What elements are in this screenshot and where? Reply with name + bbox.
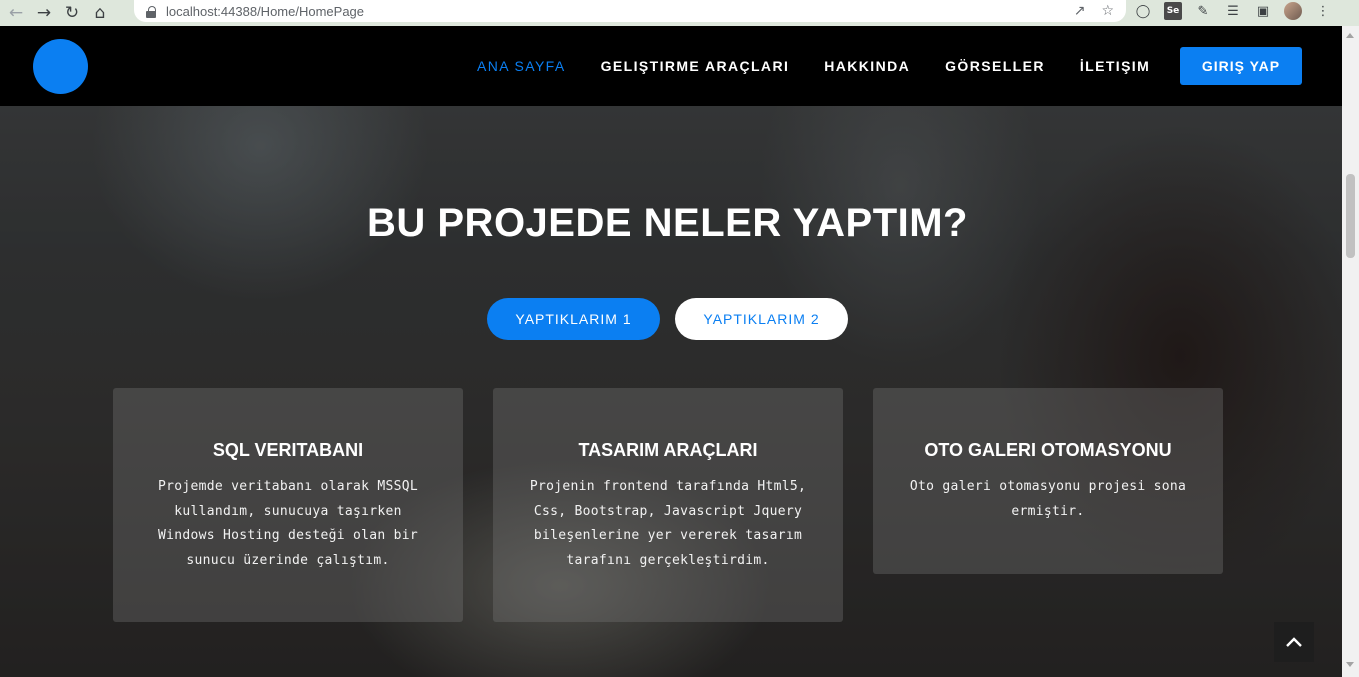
hero-title: BU PROJEDE NELER YAPTIM?: [366, 201, 968, 245]
card-text: Projemde veritabanı olarak MSSQL kulland…: [157, 479, 419, 568]
page-viewport: ANA SAYFA GELIŞTIRME ARAÇLARI HAKKINDA G…: [0, 26, 1342, 677]
profile-avatar[interactable]: [1284, 2, 1302, 20]
site-navbar: ANA SAYFA GELIŞTIRME ARAÇLARI HAKKINDA G…: [0, 26, 1342, 106]
feature-card-gallery: OTO GALERI OTOMASYONU Oto galeri otomasy…: [873, 388, 1223, 574]
feature-card-design: TASARIM ARAÇLARI Projenin frontend taraf…: [493, 388, 843, 622]
feature-card-sql: SQL VERITABANI Projemde veritabanı olara…: [113, 388, 463, 622]
media-list-icon[interactable]: ☰: [1224, 2, 1242, 20]
nav-gallery[interactable]: GÖRSELLER: [945, 58, 1045, 74]
main-menu: ANA SAYFA GELIŞTIRME ARAÇLARI HAKKINDA G…: [477, 26, 1185, 106]
nav-dev-tools[interactable]: GELIŞTIRME ARAÇLARI: [601, 58, 790, 74]
forward-arrow-icon[interactable]: →: [30, 2, 58, 24]
kebab-menu-icon[interactable]: ⋮: [1314, 2, 1332, 20]
share-icon[interactable]: ↗: [1074, 3, 1086, 19]
address-bar[interactable]: localhost:44388/Home/HomePage ↗ ☆: [134, 0, 1126, 22]
card-title: OTO GALERI OTOMASYONU: [924, 440, 1172, 460]
page-scrollbar[interactable]: [1342, 26, 1359, 677]
login-button[interactable]: GIRIŞ YAP: [1180, 47, 1302, 85]
puzzle-icon[interactable]: ✎: [1194, 2, 1212, 20]
scroll-up-icon[interactable]: [1346, 33, 1354, 38]
tab-yaptiklarim-1[interactable]: YAPTIKLARIM 1: [487, 298, 660, 340]
card-title: TASARIM ARAÇLARI: [578, 440, 758, 460]
card-text: Oto galeri otomasyonu projesi sona ermiş…: [909, 479, 1187, 519]
nav-about[interactable]: HAKKINDA: [824, 58, 910, 74]
scroll-to-top-button[interactable]: [1274, 622, 1314, 662]
back-arrow-icon[interactable]: ←: [2, 2, 30, 24]
browser-toolbar: ← → ↻ ⌂ localhost:44388/Home/HomePage ↗ …: [0, 0, 1359, 26]
nav-home[interactable]: ANA SAYFA: [477, 58, 566, 74]
card-title: SQL VERITABANI: [212, 440, 364, 460]
sidepanel-icon[interactable]: ▣: [1254, 2, 1272, 20]
shield-extension-icon[interactable]: ◯: [1134, 2, 1152, 20]
scroll-thumb[interactable]: [1346, 174, 1355, 258]
card-text: Projenin frontend tarafında Html5, Css, …: [529, 479, 807, 568]
home-icon[interactable]: ⌂: [86, 2, 114, 24]
scroll-down-icon[interactable]: [1346, 662, 1354, 667]
reload-icon[interactable]: ↻: [58, 2, 86, 24]
tab-yaptiklarim-2[interactable]: YAPTIKLARIM 2: [675, 298, 848, 340]
chevron-up-icon: [1286, 637, 1302, 647]
star-icon[interactable]: ☆: [1101, 3, 1114, 19]
lock-icon: [146, 5, 156, 18]
extensions-area: ◯ Se ✎ ☰ ▣ ⋮: [1134, 0, 1332, 22]
site-logo[interactable]: [33, 39, 88, 94]
url-text: localhost:44388/Home/HomePage: [166, 3, 365, 19]
nav-contact[interactable]: İLETIŞIM: [1080, 58, 1150, 74]
selenium-extension-icon[interactable]: Se: [1164, 2, 1182, 20]
